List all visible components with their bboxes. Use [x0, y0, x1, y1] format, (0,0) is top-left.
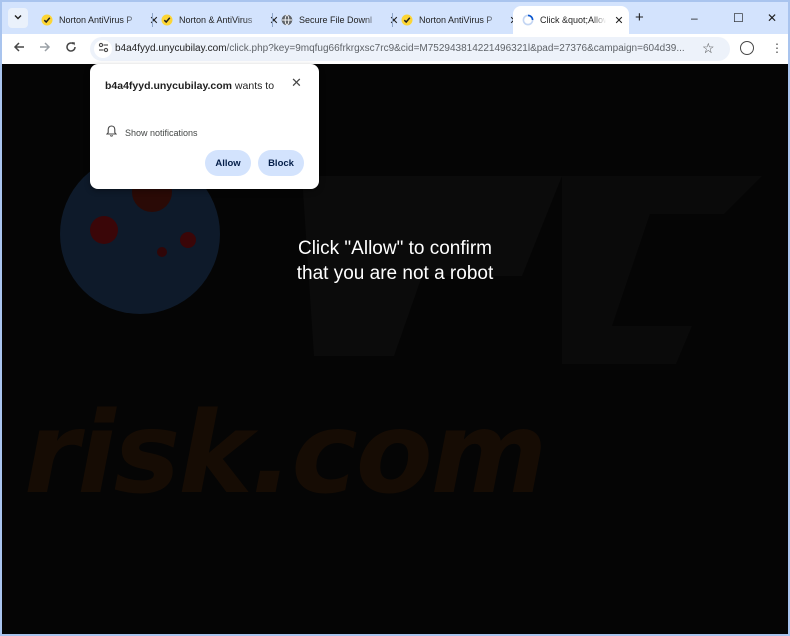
close-icon[interactable]: ✕ — [612, 13, 626, 27]
tab-title: Norton AntiVirus P — [59, 15, 133, 25]
url-path: /click.php?key=9mqfug66frkrgxsc7rc9&cid=… — [226, 43, 685, 54]
bell-icon — [105, 124, 118, 142]
loading-icon — [521, 14, 534, 27]
profile-icon[interactable] — [740, 41, 754, 55]
minimize-button[interactable]: – — [691, 10, 698, 26]
tab-4[interactable]: Norton AntiVirus P ✕ — [392, 6, 521, 34]
browser-toolbar: b4a4fyyd.unycubilay.com/click.php?key=9m… — [2, 34, 788, 64]
tab-search-button[interactable] — [8, 8, 28, 28]
block-button[interactable]: Block — [258, 150, 304, 176]
site-info-button[interactable] — [94, 40, 112, 58]
arrow-left-icon — [13, 41, 25, 56]
chevron-down-icon — [13, 12, 23, 24]
address-bar[interactable]: b4a4fyyd.unycubilay.com/click.php?key=9m… — [90, 37, 730, 61]
close-window-button[interactable]: ✕ — [767, 10, 777, 26]
tab-2[interactable]: Norton & AntiVirus ✕ — [152, 6, 281, 34]
url-text[interactable]: b4a4fyyd.unycubilay.com/click.php?key=9m… — [115, 43, 705, 54]
reload-icon — [65, 41, 77, 56]
tune-icon — [98, 40, 109, 58]
allow-button[interactable]: Allow — [205, 150, 251, 176]
url-host: b4a4fyyd.unycubilay.com — [115, 43, 227, 54]
close-icon: ✕ — [291, 75, 302, 90]
tab-title: Norton & AntiVirus — [179, 15, 253, 25]
bookmark-star-icon[interactable]: ☆ — [702, 40, 715, 56]
forward-button[interactable] — [39, 41, 51, 57]
prompt-origin: b4a4fyyd.unycubilay.com — [105, 80, 233, 92]
maximize-button[interactable]: ☐ — [733, 10, 744, 26]
back-button[interactable] — [13, 41, 25, 57]
tab-title: Secure File Downl — [299, 15, 373, 25]
notification-permission-prompt: b4a4fyyd.unycubilay.com wants to ✕ Show … — [90, 64, 319, 189]
norton-icon — [40, 14, 53, 27]
prompt-close-button[interactable]: ✕ — [291, 76, 302, 90]
reload-button[interactable] — [65, 41, 77, 57]
tab-title: Norton AntiVirus P — [419, 15, 493, 25]
message-line-1: Click "Allow" to confirm — [297, 238, 493, 259]
permission-row: Show notifications — [105, 124, 198, 142]
watermark-text: risk.com — [24, 389, 547, 519]
tab-strip: Norton AntiVirus P ✕ Norton & AntiVirus … — [2, 2, 788, 34]
globe-icon — [280, 14, 293, 27]
prompt-title: b4a4fyyd.unycubilay.com wants to — [105, 78, 285, 95]
tab-title: Click &quot;Allow — [540, 15, 606, 25]
robot-message: Click "Allow" to confirm that you are no… — [2, 236, 788, 286]
kebab-menu-icon[interactable]: ⋮ — [771, 40, 783, 56]
message-line-2: that you are not a robot — [296, 263, 494, 284]
browser-window: Norton AntiVirus P ✕ Norton & AntiVirus … — [0, 0, 790, 636]
norton-icon — [160, 14, 173, 27]
norton-icon — [400, 14, 413, 27]
tab-3[interactable]: Secure File Downl ✕ — [272, 6, 401, 34]
new-tab-button[interactable]: + — [635, 10, 644, 26]
tab-5-active[interactable]: Click &quot;Allow ✕ — [513, 6, 629, 34]
arrow-right-icon — [39, 41, 51, 56]
tab-1[interactable]: Norton AntiVirus P ✕ — [32, 6, 161, 34]
permission-label: Show notifications — [125, 128, 198, 138]
prompt-suffix: wants to — [232, 80, 275, 92]
